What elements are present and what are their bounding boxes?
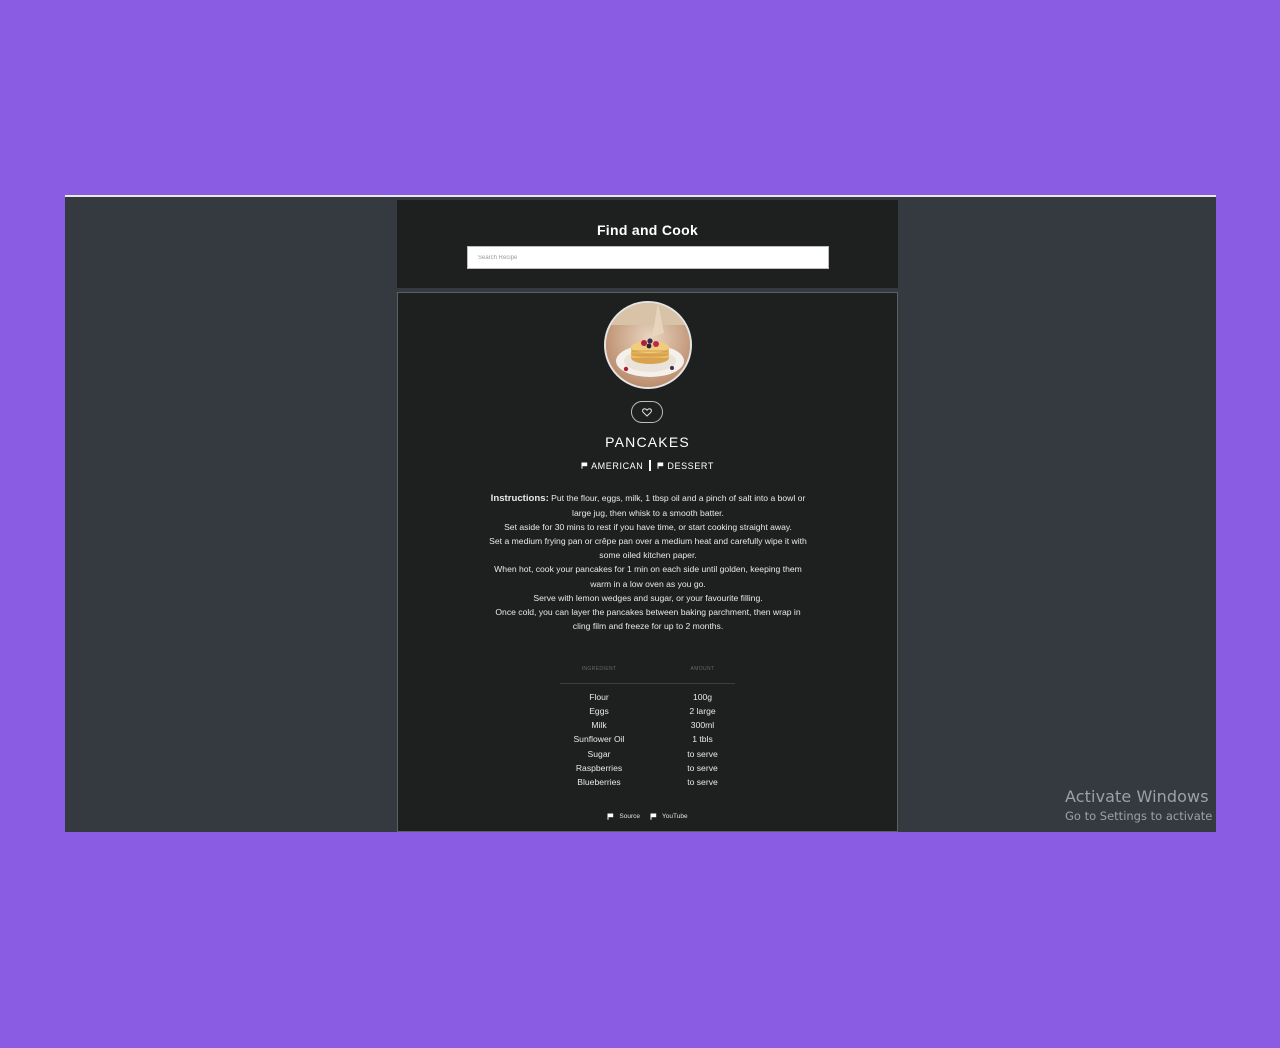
flag-icon — [607, 813, 614, 820]
area-tag: AMERICAN — [581, 461, 643, 471]
instruction-step: Set a medium frying pan or crêpe pan ove… — [489, 536, 807, 561]
flag-icon — [657, 462, 664, 469]
table-row: Flour 100g — [560, 690, 735, 704]
table-row: Sugar to serve — [560, 746, 735, 760]
ingredient-amount: to serve — [687, 748, 718, 759]
activate-windows-watermark: Activate Windows Go to Settings to activ… — [1065, 787, 1216, 823]
watermark-subtitle: Go to Settings to activate Windows. — [1065, 809, 1216, 823]
recipe-photo — [604, 301, 692, 389]
instruction-step: Set aside for 30 mins to rest if you hav… — [504, 522, 792, 533]
flag-icon — [581, 462, 588, 469]
table-row: Blueberries to serve — [560, 775, 735, 789]
ingredient-name: Blueberries — [577, 776, 621, 787]
ingredient-name: Sunflower Oil — [573, 734, 625, 745]
table-header-row: Ingredient Amount — [560, 662, 735, 676]
amount-header: Amount — [690, 666, 715, 672]
app-header: Find and Cook — [397, 200, 898, 288]
ingredient-amount: 1 tbls — [692, 734, 713, 745]
instruction-step: When hot, cook your pancakes for 1 min o… — [494, 564, 802, 589]
source-link[interactable]: Source — [607, 813, 640, 820]
ingredient-amount: to serve — [687, 776, 718, 787]
instructions: Instructions: Put the flour, eggs, milk,… — [486, 491, 810, 633]
recipe-title: PANCAKES — [605, 434, 690, 450]
area-label: AMERICAN — [591, 460, 644, 471]
source-link-label: Source — [619, 813, 641, 820]
pancakes-image — [606, 303, 690, 387]
instructions-label: Instructions: — [490, 493, 549, 504]
app-title: Find and Cook — [596, 222, 699, 238]
table-row: Milk 300ml — [560, 718, 735, 732]
ingredient-name: Raspberries — [575, 762, 623, 773]
recipe-tags: AMERICAN DESSERT — [398, 460, 897, 471]
search-input[interactable] — [467, 246, 829, 269]
ingredient-amount: 300ml — [690, 720, 715, 731]
ingredient-amount: 100g — [692, 692, 713, 703]
youtube-link[interactable]: YouTube — [650, 813, 688, 820]
youtube-link-label: YouTube — [662, 813, 688, 820]
ingredient-header: Ingredient — [581, 666, 617, 672]
table-row: Eggs 2 large — [560, 704, 735, 718]
ingredients-table: Ingredient Amount Flour 100g Eggs 2 large … — [560, 662, 735, 789]
heart-icon — [642, 407, 652, 417]
ingredient-name: Milk — [591, 720, 607, 731]
watermark-title: Activate Windows — [1065, 787, 1209, 806]
ingredient-amount: to serve — [687, 762, 718, 773]
ingredient-amount: 2 large — [689, 706, 716, 717]
favorite-button[interactable] — [631, 401, 663, 423]
category-tag: DESSERT — [657, 461, 714, 471]
ingredient-name: Eggs — [589, 706, 609, 717]
recipe-links: Source YouTube — [398, 813, 897, 820]
flag-icon — [650, 813, 657, 820]
ingredient-name: Sugar — [587, 748, 611, 759]
instruction-step: Once cold, you can layer the pancakes be… — [495, 606, 801, 631]
ingredient-name: Flour — [589, 692, 609, 703]
category-label: DESSERT — [667, 460, 714, 471]
browser-viewport: Find and Cook Search Recipe PANCAKES AME… — [65, 195, 1216, 832]
instruction-step: Serve with lemon wedges and sugar, or yo… — [533, 592, 763, 603]
tag-divider — [649, 460, 652, 471]
instruction-step: Instructions: Put the flour, eggs, milk,… — [490, 493, 806, 519]
table-row: Sunflower Oil 1 tbls — [560, 732, 735, 746]
table-row: Raspberries to serve — [560, 761, 735, 775]
recipe-card: PANCAKES AMERICAN DESSERT Instructions: … — [397, 292, 898, 832]
